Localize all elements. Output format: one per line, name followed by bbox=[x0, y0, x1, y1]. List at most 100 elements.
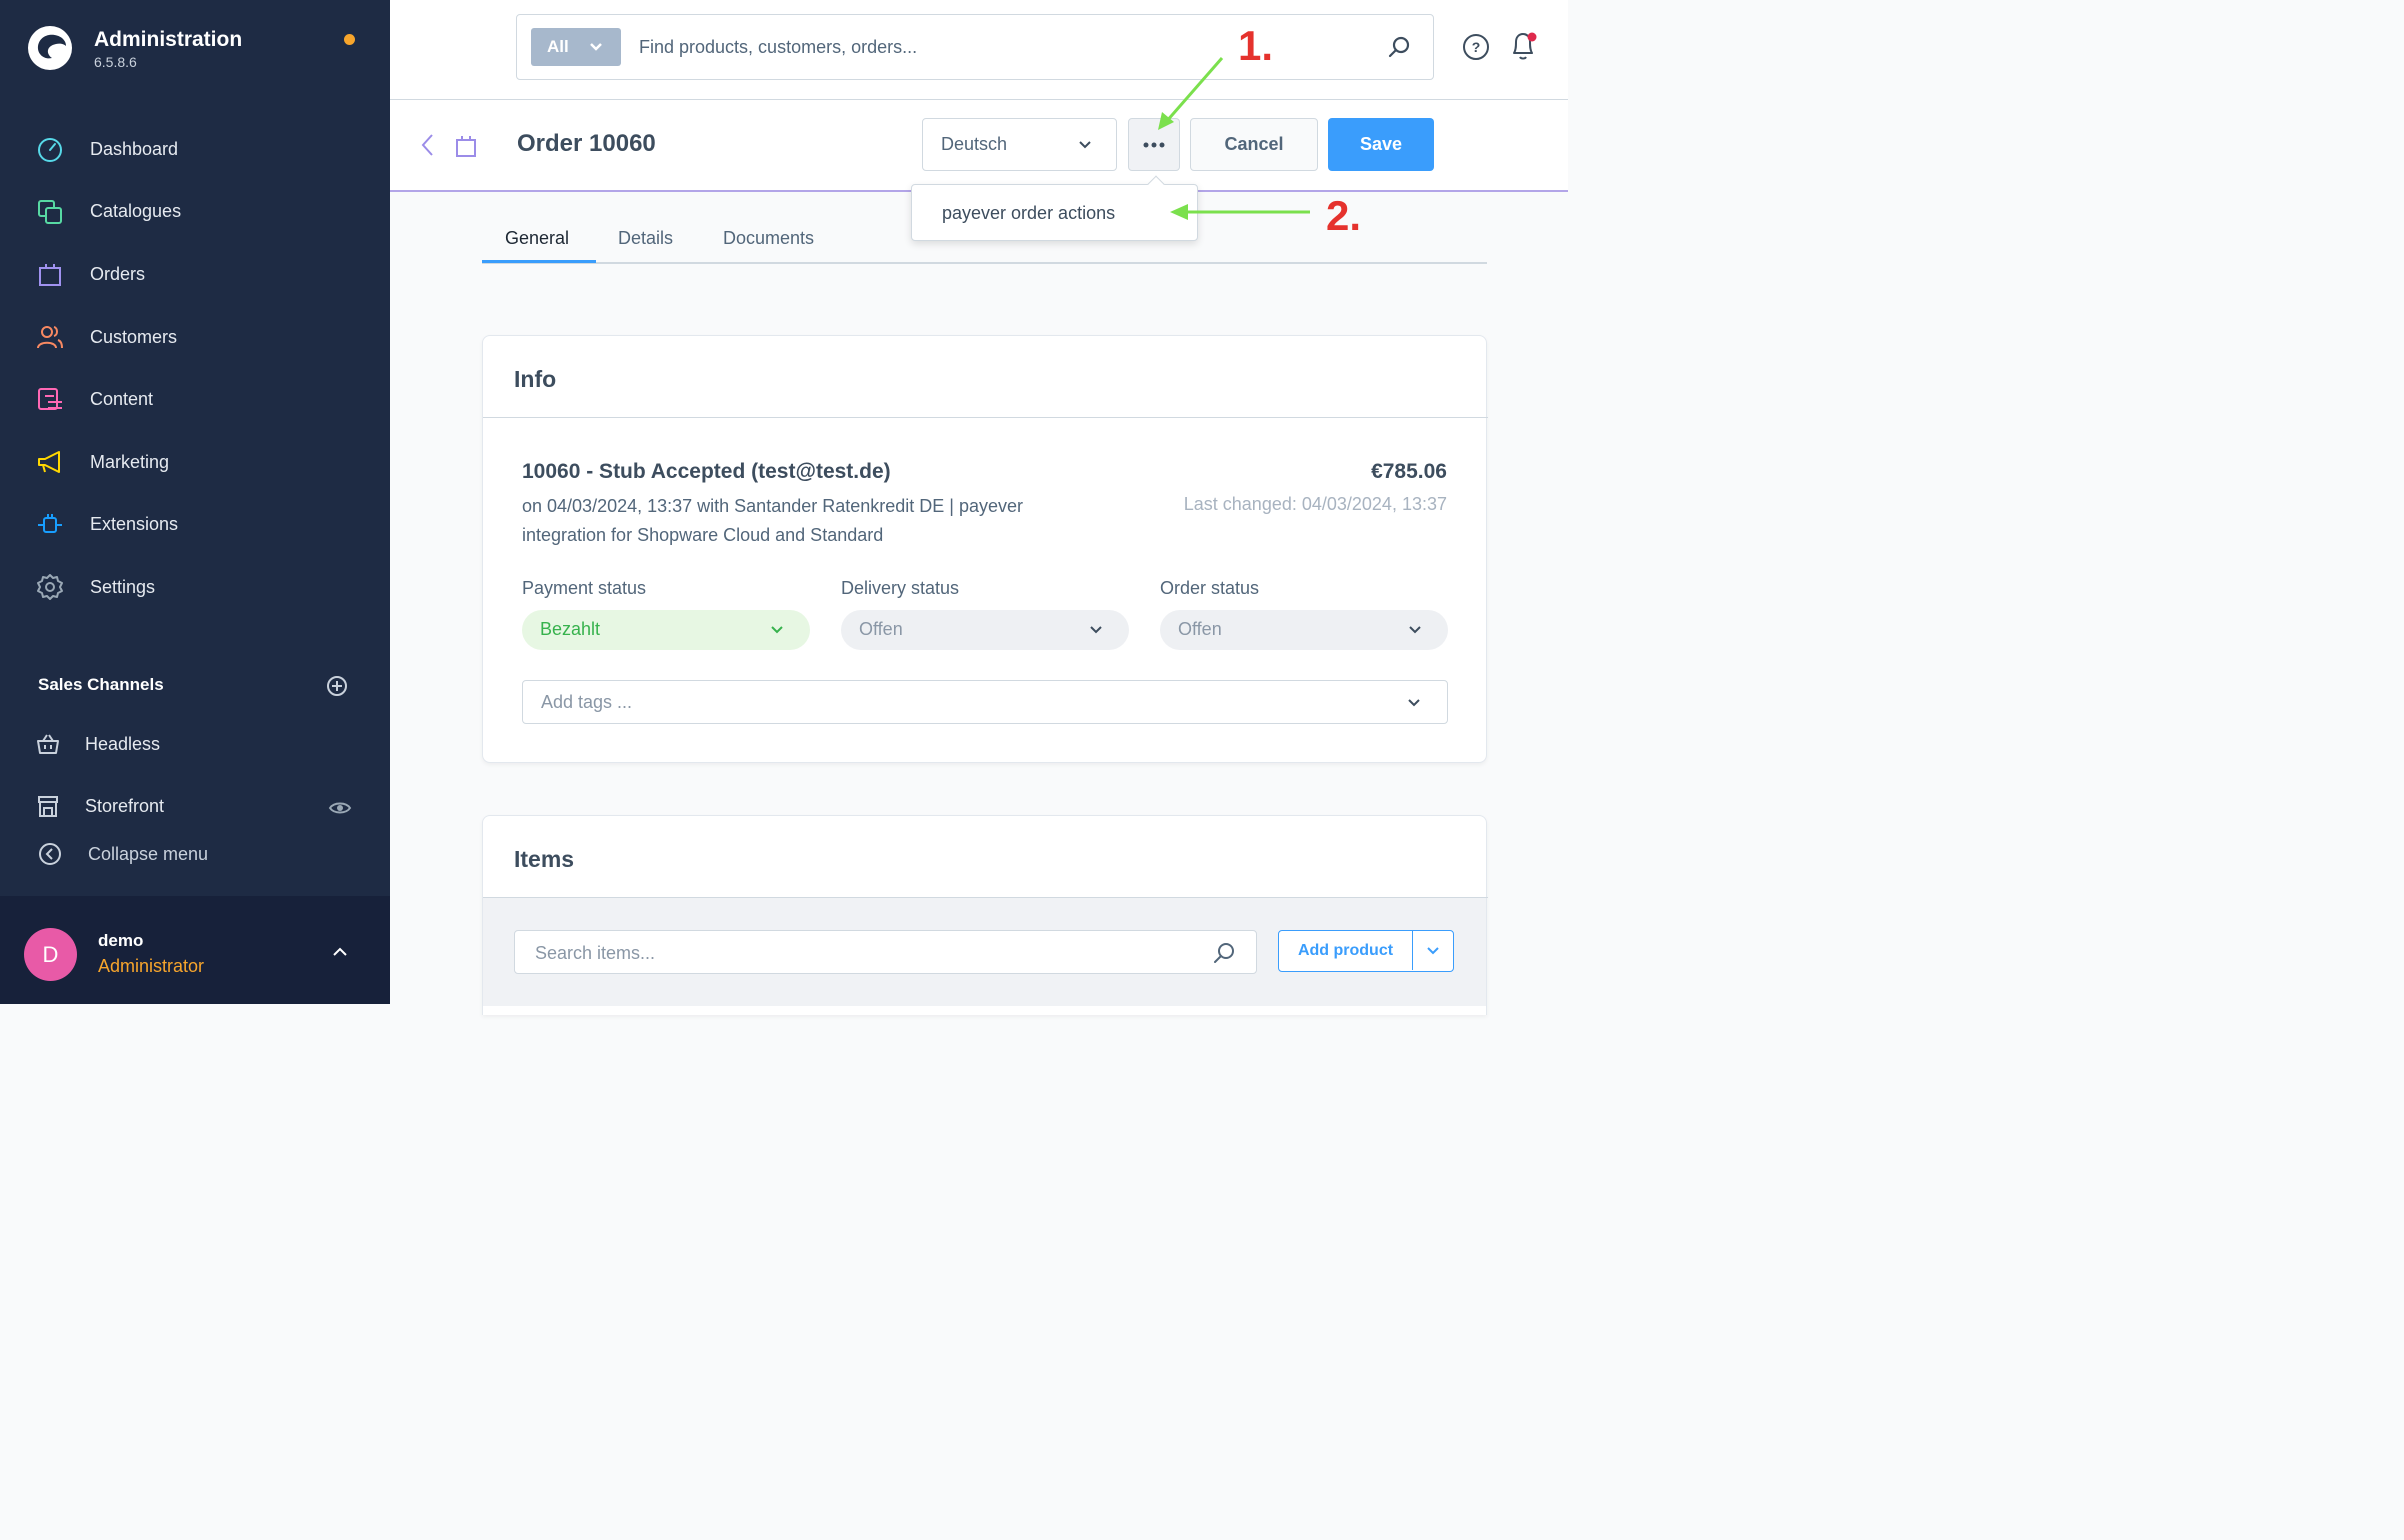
help-icon[interactable]: ? bbox=[1462, 33, 1490, 61]
nav-item-marketing[interactable]: Marketing bbox=[0, 431, 390, 494]
top-bar: All ? bbox=[390, 0, 1568, 100]
search-icon[interactable] bbox=[1212, 941, 1236, 965]
eye-icon[interactable] bbox=[328, 800, 352, 816]
nav-item-dashboard[interactable]: Dashboard bbox=[0, 118, 390, 181]
tags-placeholder: Add tags ... bbox=[541, 692, 633, 712]
content-icon bbox=[38, 387, 62, 410]
nav-item-orders[interactable]: Orders bbox=[0, 243, 390, 306]
chevron-up-icon[interactable] bbox=[330, 944, 350, 960]
add-product-button[interactable]: Add product bbox=[1279, 931, 1413, 970]
avatar[interactable]: D bbox=[24, 928, 77, 981]
marketing-icon bbox=[38, 451, 60, 474]
chevron-down-icon bbox=[1079, 141, 1091, 149]
nav-label: Orders bbox=[90, 263, 146, 284]
items-search-input[interactable] bbox=[535, 941, 1175, 965]
shopware-logo-icon[interactable] bbox=[26, 24, 74, 72]
nav-item-settings[interactable]: Settings bbox=[0, 556, 390, 619]
nav-label: Marketing bbox=[90, 451, 170, 472]
page-title: Order 10060 bbox=[517, 130, 656, 157]
nav-item-content[interactable]: Content bbox=[0, 368, 390, 431]
order-heading: 10060 - Stub Accepted (test@test.de) bbox=[522, 460, 891, 483]
svg-text:?: ? bbox=[1472, 39, 1481, 55]
last-changed: Last changed: 04/03/2024, 13:37 bbox=[1183, 494, 1447, 514]
basket-icon bbox=[37, 734, 59, 754]
add-sales-channel-icon[interactable] bbox=[326, 675, 348, 697]
language-value: Deutsch bbox=[941, 134, 1008, 154]
chevron-left-circle-icon bbox=[39, 843, 61, 865]
search-input[interactable] bbox=[639, 33, 1339, 61]
app-title: Administration bbox=[94, 28, 243, 51]
orders-icon bbox=[39, 264, 61, 287]
items-card: Items Add product bbox=[482, 815, 1488, 1015]
global-search: All bbox=[516, 14, 1434, 80]
card-title: Info bbox=[514, 366, 557, 392]
more-actions-button[interactable] bbox=[1128, 118, 1180, 171]
payment-status-select[interactable]: Bezahlt bbox=[522, 610, 810, 650]
sales-channels-title: Sales Channels bbox=[38, 675, 164, 694]
delivery-status-value: Offen bbox=[859, 619, 903, 639]
chevron-down-icon bbox=[1408, 699, 1420, 707]
active-tab-indicator bbox=[482, 260, 596, 263]
chevron-down-icon bbox=[771, 626, 783, 634]
order-description: on 04/03/2024, 13:37 with Santander Rate… bbox=[522, 496, 1024, 545]
app-version: 6.5.8.6 bbox=[94, 54, 137, 70]
back-arrow-icon[interactable] bbox=[418, 132, 436, 158]
items-search bbox=[514, 930, 1257, 974]
orders-module-icon bbox=[456, 136, 476, 157]
payever-order-actions-item[interactable]: payever order actions bbox=[942, 203, 1115, 224]
more-actions-menu: payever order actions bbox=[911, 175, 1198, 241]
delivery-status-select[interactable]: Offen bbox=[841, 610, 1129, 650]
nav-label: Content bbox=[90, 389, 154, 410]
language-select[interactable]: Deutsch bbox=[922, 118, 1117, 171]
sales-channel-headless[interactable]: Headless bbox=[0, 724, 390, 764]
tab-details[interactable]: Details bbox=[618, 228, 673, 249]
dashboard-icon bbox=[38, 138, 62, 163]
storefront-icon bbox=[38, 796, 58, 817]
save-button[interactable]: Save bbox=[1328, 118, 1434, 171]
payment-status-label: Payment status bbox=[522, 578, 647, 598]
cancel-button[interactable]: Cancel bbox=[1190, 118, 1318, 171]
nav-item-catalogues[interactable]: Catalogues bbox=[0, 181, 390, 244]
chevron-down-icon bbox=[1409, 626, 1421, 634]
smart-bar: Order 10060 Deutsch Cancel Save bbox=[390, 100, 1568, 192]
sidebar: Administration 6.5.8.6 Dashboard Catalog… bbox=[0, 0, 390, 1004]
add-product-split-button: Add product bbox=[1278, 930, 1454, 972]
order-total: €785.06 bbox=[1371, 460, 1447, 483]
search-type-label: All bbox=[547, 37, 569, 56]
search-icon[interactable] bbox=[1387, 35, 1411, 59]
divider bbox=[483, 417, 1488, 418]
annotation-step-2: 2. bbox=[1326, 192, 1362, 239]
search-type-select[interactable]: All bbox=[531, 28, 621, 66]
sidebar-header: Administration 6.5.8.6 bbox=[0, 0, 390, 95]
sales-channel-storefront[interactable]: Storefront bbox=[0, 786, 390, 826]
add-product-dropdown-toggle[interactable] bbox=[1413, 931, 1453, 970]
items-toolbar: Add product bbox=[483, 898, 1486, 1006]
nav-item-extensions[interactable]: Extensions bbox=[0, 494, 390, 557]
order-status-value: Offen bbox=[1178, 619, 1222, 639]
order-status-select[interactable]: Offen bbox=[1160, 610, 1448, 650]
notification-dot bbox=[344, 34, 355, 45]
chevron-down-icon bbox=[1090, 626, 1102, 634]
nav-label: Extensions bbox=[90, 514, 179, 535]
notifications-bell-icon[interactable] bbox=[1508, 30, 1538, 62]
user-role: Administrator bbox=[98, 956, 205, 976]
collapse-menu-label: Collapse menu bbox=[88, 844, 209, 864]
nav-item-customers[interactable]: Customers bbox=[0, 306, 390, 369]
catalogues-icon bbox=[38, 199, 62, 224]
info-card: Info 10060 - Stub Accepted (test@test.de… bbox=[482, 335, 1488, 763]
tab-documents[interactable]: Documents bbox=[723, 228, 814, 249]
nav-label: Catalogues bbox=[90, 201, 182, 222]
tags-select[interactable]: Add tags ... bbox=[522, 680, 1448, 724]
card-title: Items bbox=[514, 846, 575, 872]
collapse-menu-button[interactable]: Collapse menu bbox=[0, 834, 390, 874]
nav-label: Customers bbox=[90, 326, 178, 347]
delivery-status-label: Delivery status bbox=[841, 578, 960, 598]
tab-general[interactable]: General bbox=[505, 228, 569, 249]
settings-icon bbox=[37, 574, 63, 601]
nav-label: Settings bbox=[90, 576, 156, 597]
nav-label: Dashboard bbox=[90, 138, 179, 159]
extensions-icon bbox=[38, 513, 62, 533]
sales-channel-label: Storefront bbox=[85, 796, 165, 816]
customers-icon bbox=[37, 326, 63, 349]
sales-channel-label: Headless bbox=[85, 734, 161, 754]
